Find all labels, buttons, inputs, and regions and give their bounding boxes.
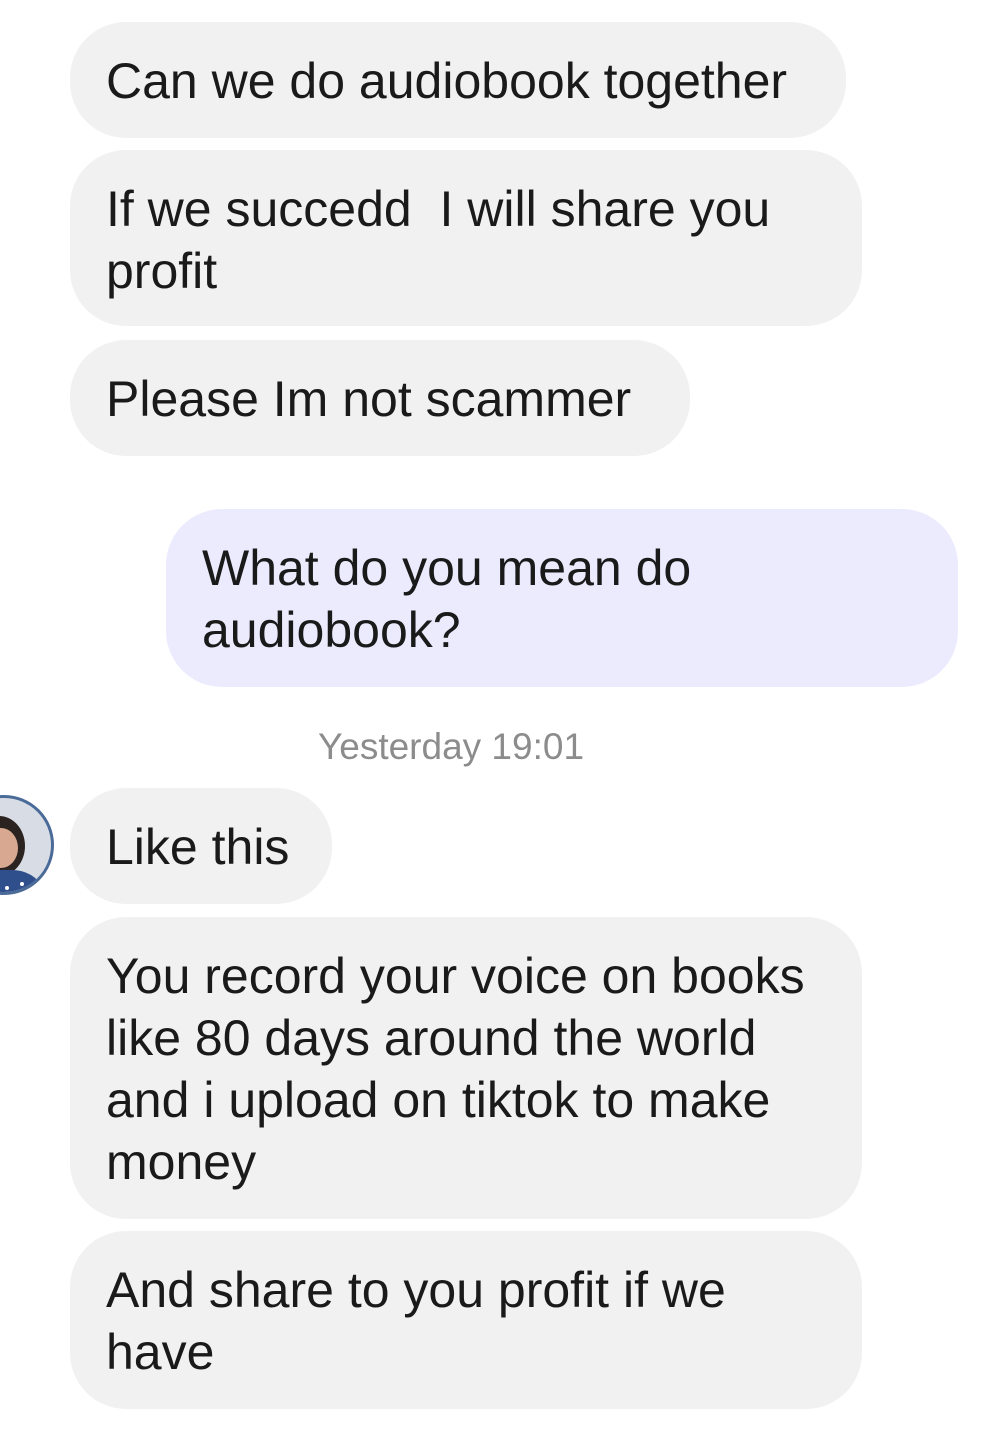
contact-avatar[interactable] bbox=[0, 795, 54, 895]
incoming-message-bubble[interactable]: Can we do audiobook together bbox=[70, 22, 846, 138]
message-timestamp: Yesterday 19:01 bbox=[317, 726, 585, 767]
incoming-message-bubble[interactable]: Like this bbox=[70, 788, 332, 904]
avatar-photo-icon bbox=[0, 798, 51, 892]
outgoing-message-bubble[interactable]: What do you mean do audiobook? bbox=[166, 509, 958, 687]
incoming-message-bubble[interactable]: If we succedd I will share you profit bbox=[70, 150, 862, 326]
incoming-message-bubble[interactable]: You record your voice on books like 80 d… bbox=[70, 917, 862, 1219]
incoming-message-bubble[interactable]: Please Im not scammer bbox=[70, 340, 690, 456]
incoming-message-bubble[interactable]: And share to you profit if we have bbox=[70, 1231, 862, 1409]
